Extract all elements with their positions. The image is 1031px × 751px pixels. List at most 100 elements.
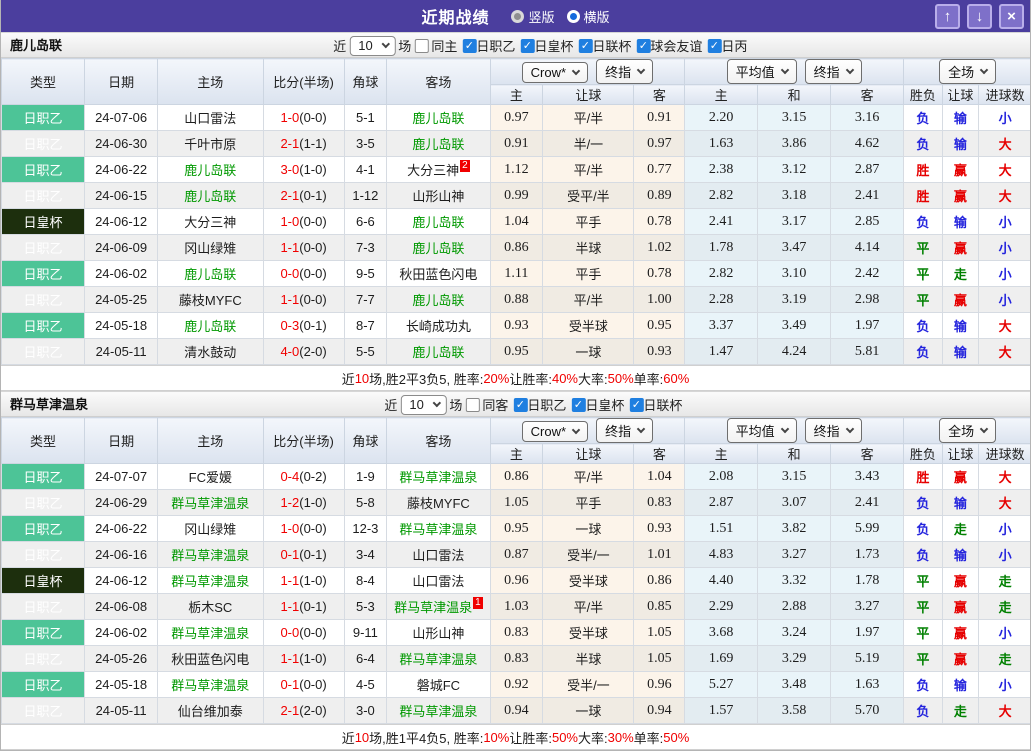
close-button[interactable]: × <box>999 4 1024 29</box>
handicap-line: 平/半 <box>543 287 634 313</box>
result-handicap: 输 <box>942 105 978 131</box>
result-text: 赢 <box>954 163 967 178</box>
handicap-away-odds: 0.97 <box>634 131 685 157</box>
europe-draw-odds: 3.58 <box>758 698 831 724</box>
bookmaker-select[interactable]: Crow* <box>522 62 588 83</box>
final-odds-select[interactable]: 终指 <box>596 59 653 84</box>
away-team-name[interactable]: 群马草津温泉 <box>399 704 477 719</box>
result-handicap: 赢 <box>942 235 978 261</box>
handicap-home-odds: 0.87 <box>490 542 543 568</box>
away-team-name: 秋田蓝色闪电 <box>399 267 477 282</box>
league-checkbox[interactable]: ✓日丙 <box>707 36 747 55</box>
league-checkbox[interactable]: ✓日职乙 <box>462 36 515 55</box>
summary-segment: 大率: <box>578 728 608 747</box>
result-handicap: 输 <box>942 490 978 516</box>
layout-radio-horizontal[interactable]: 横版 <box>567 7 610 26</box>
average-select[interactable]: 平均值 <box>727 418 797 443</box>
halftime-score: (1-0) <box>299 495 326 510</box>
final-odds-select[interactable]: 终指 <box>805 418 862 443</box>
result-winloss: 负 <box>904 490 943 516</box>
result-text: 走 <box>954 267 967 282</box>
move-up-button[interactable]: ↑ <box>935 4 960 29</box>
home-team-name[interactable]: 鹿儿岛联 <box>184 319 236 334</box>
average-select[interactable]: 平均值 <box>727 59 797 84</box>
league-checkbox[interactable]: ✓日联杯 <box>578 36 631 55</box>
chevron-down-icon <box>572 426 580 434</box>
match-count-select[interactable]: 10 <box>349 36 395 56</box>
league-checkbox[interactable]: ✓日皇杯 <box>571 395 624 414</box>
europe-draw-odds: 3.49 <box>758 313 831 339</box>
result-text: 平 <box>916 241 929 256</box>
league-checkbox[interactable]: ✓球会友谊 <box>636 36 702 55</box>
away-team-name[interactable]: 群马草津温泉 <box>399 470 477 485</box>
fulltime-score: 0-1 <box>280 677 299 692</box>
home-team-name[interactable]: 鹿儿岛联 <box>184 267 236 282</box>
europe-home-odds: 2.20 <box>685 105 758 131</box>
home-team-cell: 大分三神 <box>158 209 263 235</box>
match-row: 日皇杯24-06-12群马草津温泉1-1(1-0)8-4山口雷法0.96受半球0… <box>2 568 1031 594</box>
match-count-select[interactable]: 10 <box>400 395 446 415</box>
home-team-name[interactable]: 群马草津温泉 <box>171 678 249 693</box>
handicap-line: 受半/一 <box>543 542 634 568</box>
handicap-home-odds: 0.95 <box>490 339 543 365</box>
move-down-button[interactable]: ↓ <box>967 4 992 29</box>
checkbox-icon: ✓ <box>520 39 534 53</box>
checkbox-icon <box>465 398 479 412</box>
league-checkbox[interactable]: ✓日职乙 <box>513 395 566 414</box>
europe-draw-odds: 4.24 <box>758 339 831 365</box>
away-team-cell: 秋田蓝色闪电 <box>387 261 490 287</box>
dropdown-label: 平均值 <box>736 62 775 81</box>
corners-cell: 3-4 <box>344 542 387 568</box>
summary-segment: 10 <box>355 371 369 386</box>
handicap-home-odds: 0.96 <box>490 568 543 594</box>
result-goals: 小 <box>979 672 1031 698</box>
away-team-name[interactable]: 鹿儿岛联 <box>412 241 464 256</box>
away-team-name[interactable]: 鹿儿岛联 <box>412 215 464 230</box>
score-cell: 0-0(0-0) <box>263 261 344 287</box>
away-team-name[interactable]: 群马草津温泉 <box>399 522 477 537</box>
away-team-name[interactable]: 鹿儿岛联 <box>412 111 464 126</box>
layout-radio-vertical[interactable]: 竖版 <box>511 7 554 26</box>
subcolumn-header: 让球 <box>543 444 634 464</box>
column-header: 日期 <box>85 418 158 464</box>
handicap-away-odds: 0.78 <box>634 209 685 235</box>
league-checkbox[interactable]: ✓日皇杯 <box>520 36 573 55</box>
halftime-score: (0-1) <box>299 599 326 614</box>
away-team-name[interactable]: 鹿儿岛联 <box>412 293 464 308</box>
result-handicap: 赢 <box>942 287 978 313</box>
final-odds-select[interactable]: 终指 <box>805 59 862 84</box>
away-team-cell: 山形山神 <box>387 620 490 646</box>
home-team-name[interactable]: 鹿儿岛联 <box>184 163 236 178</box>
match-row: 日职乙24-06-09冈山绿雉1-1(0-0)7-3鹿儿岛联0.86半球1.02… <box>2 235 1031 261</box>
result-winloss: 胜 <box>904 464 943 490</box>
home-team-cell: 群马草津温泉 <box>158 672 263 698</box>
final-odds-select[interactable]: 终指 <box>596 418 653 443</box>
home-team-name[interactable]: 鹿儿岛联 <box>184 189 236 204</box>
away-team-cell: 鹿儿岛联 <box>387 287 490 313</box>
same-venue-checkbox[interactable]: 同主 <box>414 36 457 55</box>
result-winloss: 平 <box>904 620 943 646</box>
result-text: 负 <box>916 678 929 693</box>
halftime-score: (0-0) <box>299 292 326 307</box>
home-team-name[interactable]: 群马草津温泉 <box>171 548 249 563</box>
match-scope-select[interactable]: 全场 <box>939 59 996 84</box>
result-winloss: 负 <box>904 105 943 131</box>
same-venue-checkbox[interactable]: 同客 <box>465 395 508 414</box>
match-scope-select[interactable]: 全场 <box>939 418 996 443</box>
result-winloss: 负 <box>904 209 943 235</box>
away-team-name[interactable]: 鹿儿岛联 <box>412 345 464 360</box>
away-team-name[interactable]: 鹿儿岛联 <box>412 137 464 152</box>
league-checkbox[interactable]: ✓日联杯 <box>629 395 682 414</box>
result-text: 赢 <box>954 293 967 308</box>
home-team-name[interactable]: 群马草津温泉 <box>171 496 249 511</box>
result-text: 负 <box>916 345 929 360</box>
corners-cell: 3-5 <box>344 131 387 157</box>
home-team-name[interactable]: 群马草津温泉 <box>171 626 249 641</box>
away-team-name[interactable]: 群马草津温泉 <box>394 600 472 615</box>
away-team-name[interactable]: 群马草津温泉 <box>399 652 477 667</box>
bookmaker-select[interactable]: Crow* <box>522 421 588 442</box>
result-text: 负 <box>916 548 929 563</box>
league-type-cell: 日职乙 <box>2 157 85 183</box>
home-team-name[interactable]: 群马草津温泉 <box>171 574 249 589</box>
result-text: 小 <box>999 626 1012 641</box>
